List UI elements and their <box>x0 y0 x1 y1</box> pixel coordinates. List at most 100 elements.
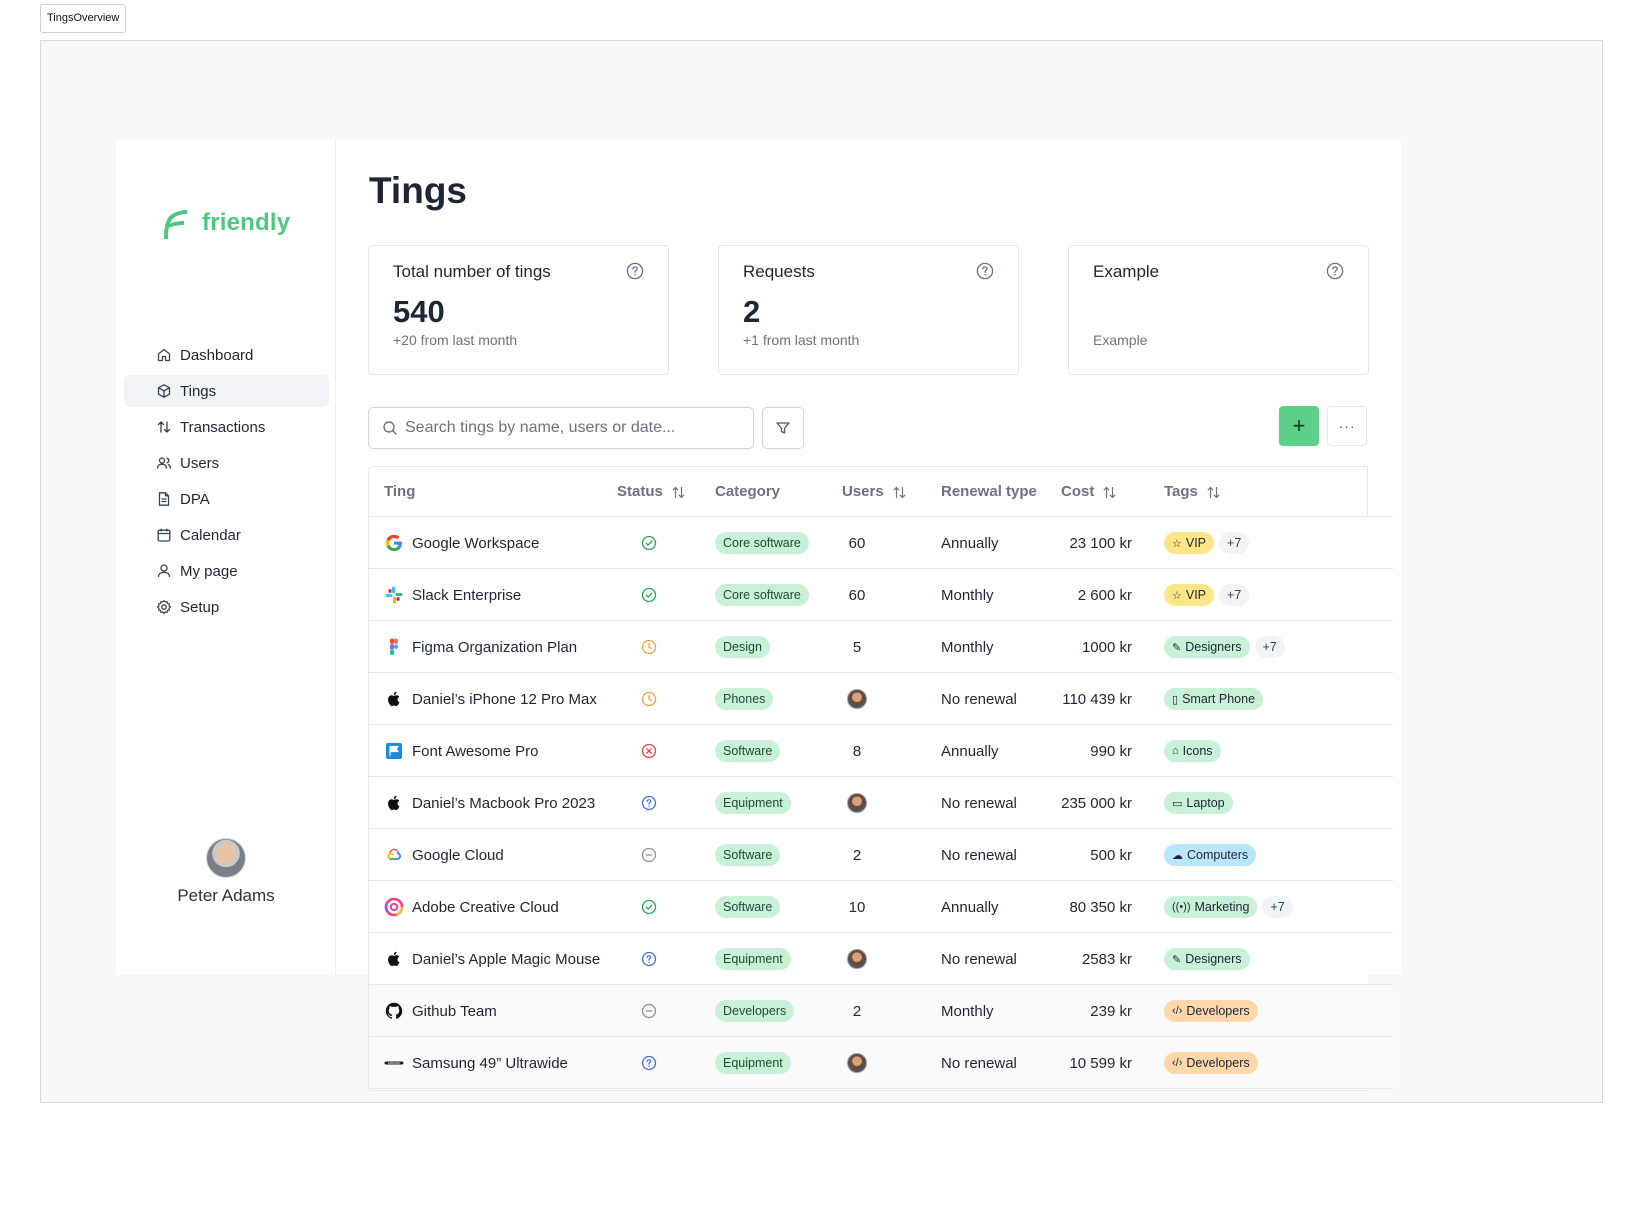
fontawesome-icon <box>384 741 404 761</box>
user-profile[interactable]: Peter Adams <box>116 838 336 906</box>
sidebar-item-dpa[interactable]: DPA <box>124 483 329 515</box>
th-renewal[interactable]: Renewal type <box>941 467 1037 517</box>
cell-status <box>641 673 657 725</box>
cell-cost: 1000 kr <box>1081 638 1132 656</box>
category-badge: Equipment <box>715 792 791 814</box>
th-category[interactable]: Category <box>715 467 780 517</box>
cell-status <box>641 621 657 673</box>
more-tags-badge[interactable]: +7 <box>1262 896 1293 918</box>
more-tags-badge[interactable]: +7 <box>1219 532 1250 554</box>
th-users[interactable]: Users <box>842 467 907 517</box>
stat-card-value: 2 <box>743 294 761 329</box>
tag-badge[interactable]: ‹/› Developers <box>1164 1052 1258 1074</box>
user-avatar[interactable] <box>847 793 867 813</box>
cell-ting[interactable]: Daniel’s iPhone 12 Pro Max <box>384 673 597 725</box>
sort-icon[interactable] <box>671 485 686 500</box>
user-avatar[interactable] <box>847 949 867 969</box>
help-icon[interactable] <box>626 262 644 280</box>
filter-button[interactable] <box>762 407 804 449</box>
cell-ting[interactable]: Google Workspace <box>384 517 539 569</box>
table-row[interactable]: Daniel’s Apple Magic Mouse Equipment No re… <box>369 933 1393 985</box>
tag-badge[interactable]: ☆ VIP <box>1164 584 1215 606</box>
tag-label: Computers <box>1187 848 1249 862</box>
stat-card-subtitle: +1 from last month <box>743 332 860 348</box>
th-status[interactable]: Status <box>617 467 686 517</box>
th-tags[interactable]: Tags <box>1164 467 1221 517</box>
table-row[interactable]: Daniel’s Macbook Pro 2023 Equipment No ren… <box>369 777 1393 829</box>
stat-card-subtitle: Example <box>1093 332 1148 348</box>
table-row[interactable]: Font Awesome Pro Software 8 Annually 990 kr ⌂… <box>369 725 1393 777</box>
tag-badge[interactable]: ▭ Laptop <box>1164 792 1233 814</box>
sidebar-item-label: Dashboard <box>180 346 254 364</box>
stat-card: Total number of tings 540 +20 from last mo… <box>368 245 669 375</box>
cell-ting[interactable]: Github Team <box>384 985 497 1037</box>
cell-ting[interactable]: Daniel’s Macbook Pro 2023 <box>384 777 595 829</box>
th-ting[interactable]: Ting <box>384 467 415 517</box>
status-inactive-icon <box>641 847 657 863</box>
sort-icon[interactable] <box>892 485 907 500</box>
cell-tags: ☆ VIP +7 <box>1164 517 1254 569</box>
cell-ting[interactable]: Daniel’s Apple Magic Mouse <box>384 933 600 985</box>
sort-icon[interactable] <box>1102 485 1117 500</box>
more-options-button[interactable]: ··· <box>1327 406 1367 446</box>
help-icon[interactable] <box>1326 262 1344 280</box>
cell-ting[interactable]: Adobe Creative Cloud <box>384 881 559 933</box>
cell-ting[interactable]: Figma Organization Plan <box>384 621 577 673</box>
github-icon <box>384 1001 404 1021</box>
user-avatar[interactable] <box>847 689 867 709</box>
cell-tags: ✎ Designers +7 <box>1164 621 1290 673</box>
cell-ting[interactable]: Font Awesome Pro <box>384 725 538 777</box>
table-row[interactable]: Google Workspace Core software 60 Annually 2… <box>369 517 1393 569</box>
sidebar-item-setup[interactable]: Setup <box>124 591 329 623</box>
sidebar-item-transactions[interactable]: Transactions <box>124 411 329 443</box>
help-icon[interactable] <box>976 262 994 280</box>
cell-cost: 239 kr <box>1090 1002 1132 1020</box>
star-icon: ☆ <box>1172 589 1182 602</box>
search-box[interactable] <box>368 407 754 449</box>
tag-badge[interactable]: ✎ Designers <box>1164 948 1250 970</box>
tag-badge[interactable]: ‹/› Developers <box>1164 1000 1258 1022</box>
sidebar-item-calendar[interactable]: Calendar <box>124 519 329 551</box>
table-row[interactable]: Figma Organization Plan Design 5 Monthly 100… <box>369 621 1393 673</box>
table-row[interactable]: Github Team Developers 2 Monthly 239 kr ‹/› De… <box>369 985 1393 1037</box>
sidebar-item-users[interactable]: Users <box>124 447 329 479</box>
code-icon: ‹/› <box>1172 1005 1183 1017</box>
search-input[interactable] <box>405 408 745 448</box>
ting-name: Daniel’s iPhone 12 Pro Max <box>412 690 597 708</box>
sidebar: friendly Dashboard Tings Transactions Users… <box>116 140 336 975</box>
sidebar-item-my-page[interactable]: My page <box>124 555 329 587</box>
th-cost-label: Cost <box>1061 483 1095 500</box>
sort-icon[interactable] <box>1206 485 1221 500</box>
th-cost[interactable]: Cost <box>1061 467 1117 517</box>
tag-badge[interactable]: ✎ Designers <box>1164 636 1250 658</box>
table-row[interactable]: Daniel’s iPhone 12 Pro Max Phones No renew… <box>369 673 1393 725</box>
table-row[interactable]: Slack Enterprise Core software 60 Monthly 2 … <box>369 569 1393 621</box>
ting-name: Google Cloud <box>412 846 504 864</box>
more-tags-badge[interactable]: +7 <box>1254 636 1285 658</box>
table-row[interactable]: Google Cloud Software 2 No renewal 500 kr ☁ Co… <box>369 829 1393 881</box>
cell-ting[interactable]: Slack Enterprise <box>384 569 521 621</box>
cell-ting[interactable]: SAMSUNG Samsung 49” Ultrawide <box>384 1037 568 1089</box>
add-ting-button[interactable]: + <box>1279 406 1319 446</box>
sidebar-item-tings[interactable]: Tings <box>124 375 329 407</box>
tag-badge[interactable]: ▯ Smart Phone <box>1164 688 1264 710</box>
tag-badge[interactable]: ☁ Computers <box>1164 844 1257 866</box>
table-row[interactable]: Adobe Creative Cloud Software 10 Annually 80… <box>369 881 1393 933</box>
svg-text:SAMSUNG: SAMSUNG <box>388 1062 400 1065</box>
more-tags-badge[interactable]: +7 <box>1219 584 1250 606</box>
cell-tags: ‹/› Developers <box>1164 1037 1263 1089</box>
tag-badge[interactable]: ⌂ Icons <box>1164 740 1221 762</box>
sidebar-item-dashboard[interactable]: Dashboard <box>124 339 329 371</box>
tag-badge[interactable]: ((•)) Marketing <box>1164 896 1258 918</box>
cell-category: Phones <box>715 673 774 725</box>
cell-users <box>839 777 875 829</box>
user-avatar[interactable] <box>847 1053 867 1073</box>
cell-ting[interactable]: Google Cloud <box>384 829 504 881</box>
brand-logo[interactable]: friendly <box>160 205 290 241</box>
category-badge: Phones <box>715 688 774 710</box>
cell-renewal: No renewal <box>941 794 1017 812</box>
cell-category: Software <box>715 725 781 777</box>
tag-badge[interactable]: ☆ VIP <box>1164 532 1215 554</box>
cloud-icon: ☁ <box>1172 849 1183 862</box>
table-row[interactable]: SAMSUNG Samsung 49” Ultrawide Equipment No … <box>369 1037 1393 1089</box>
